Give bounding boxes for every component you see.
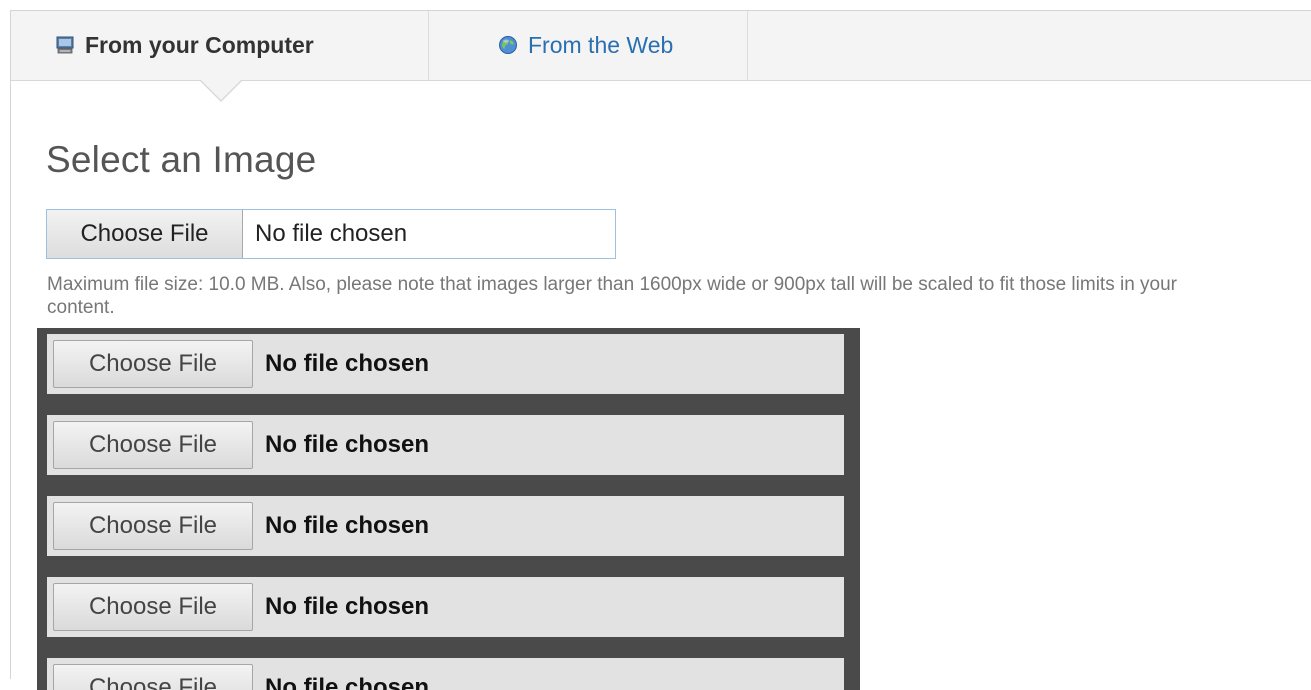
file-status-text: No file chosen — [265, 512, 430, 539]
choose-file-button[interactable]: Choose File — [53, 664, 253, 690]
file-status-text: No file chosen — [265, 674, 430, 690]
help-text: Maximum file size: 10.0 MB. Also, please… — [47, 274, 1177, 318]
file-status-text: No file chosen — [255, 220, 408, 247]
file-status-text: No file chosen — [265, 431, 430, 458]
choose-file-button[interactable]: Choose File — [47, 210, 243, 258]
file-row[interactable]: Choose File No file chosen — [47, 658, 844, 690]
file-list-container: Choose File No file chosen Choose File N… — [37, 328, 860, 690]
active-tab-pointer-fill — [200, 79, 242, 100]
globe-icon — [499, 35, 517, 54]
choose-file-button[interactable]: Choose File — [53, 340, 253, 388]
file-row[interactable]: Choose File No file chosen — [47, 496, 844, 556]
computer-icon — [56, 36, 74, 53]
page-title: Select an Image — [46, 139, 317, 180]
file-status-text: No file chosen — [265, 350, 430, 377]
tab-bar: From your Computer From the Web — [11, 11, 1311, 81]
file-row[interactable]: Choose File No file chosen — [47, 577, 844, 637]
tab-from-computer-label: From your Computer — [85, 32, 314, 58]
file-status-text: No file chosen — [265, 593, 430, 620]
primary-file-input[interactable]: Choose File No file chosen — [46, 209, 616, 259]
file-row[interactable]: Choose File No file chosen — [47, 334, 844, 394]
tab-from-web-label: From the Web — [528, 32, 674, 58]
tab-from-computer[interactable]: From your Computer — [11, 11, 429, 80]
choose-file-button[interactable]: Choose File — [53, 502, 253, 550]
choose-file-button[interactable]: Choose File — [53, 421, 253, 469]
tab-from-web[interactable]: From the Web — [430, 11, 748, 80]
file-row[interactable]: Choose File No file chosen — [47, 415, 844, 475]
choose-file-button[interactable]: Choose File — [53, 583, 253, 631]
upload-panel: From your Computer From the Web Select a… — [10, 10, 1311, 690]
